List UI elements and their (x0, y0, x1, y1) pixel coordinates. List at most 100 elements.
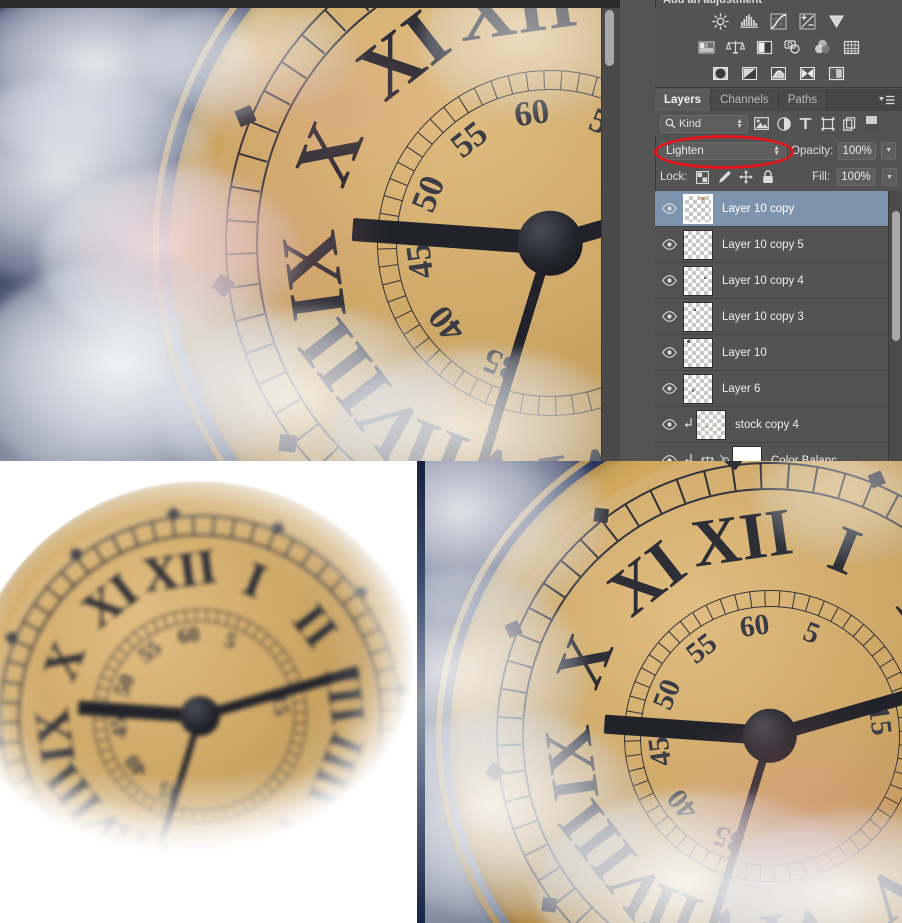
tab-channels[interactable]: Channels (711, 89, 779, 111)
eye-visibility-icon[interactable] (655, 383, 683, 394)
canvas-viewport[interactable]: XIIIIIIIIIIIIVVIVIIVIIIIXXXI605153540455… (0, 8, 605, 461)
lock-image-pixels-icon[interactable] (717, 170, 732, 185)
fill-value-input[interactable]: 100% (837, 168, 875, 186)
invert-icon[interactable] (711, 64, 731, 82)
layers-scrollbar[interactable] (888, 191, 902, 461)
layer-thumbnail[interactable] (683, 265, 713, 296)
brightness-contrast-icon[interactable] (711, 12, 731, 30)
lock-transparency-icon[interactable] (695, 170, 710, 185)
adjustment-layers-icon[interactable] (775, 115, 792, 132)
blend-mode-bar[interactable]: Lighten ▲ ▼ Opacity: 100% ▼ (655, 138, 902, 163)
eye-visibility-icon[interactable] (655, 311, 683, 322)
layer-row[interactable]: stock copy 4 (655, 407, 902, 443)
tab-layers[interactable]: Layers (655, 89, 712, 111)
color-balance-layer-icon (700, 455, 714, 461)
pixel-layers-icon[interactable] (753, 115, 770, 132)
layer-row[interactable]: Layer 10 copy 4 (655, 263, 902, 299)
layer-row[interactable]: Layer 10 copy (655, 191, 902, 227)
adjustments-row-2[interactable] (655, 34, 902, 60)
thumbnail-content (701, 197, 706, 201)
kind-stepper-arrows[interactable]: ▲ ▼ (736, 118, 743, 130)
panel-divider-1 (655, 87, 902, 88)
adjustments-icon-grid[interactable] (655, 8, 902, 86)
opacity-value-input[interactable]: 100% (838, 141, 877, 160)
layer-name: Layer 10 (722, 346, 767, 359)
vibrance-icon[interactable] (827, 12, 847, 30)
pink-haze (200, 38, 460, 178)
layer-thumbnail[interactable] (683, 301, 713, 332)
opacity-dropdown-arrow[interactable]: ▼ (881, 141, 897, 160)
eye-visibility-icon[interactable] (655, 239, 683, 250)
layer-name: Color Balanc (771, 454, 837, 462)
black-white-icon[interactable] (754, 38, 774, 56)
layer-row[interactable]: Layer 10 (655, 335, 902, 371)
layer-row[interactable]: Color Balanc (655, 443, 902, 461)
layer-thumbnail[interactable] (696, 409, 726, 440)
mask-link-icon (718, 454, 732, 461)
selective-color-icon[interactable] (827, 64, 847, 82)
eye-visibility-icon[interactable] (655, 275, 683, 286)
fill-value: 100% (841, 171, 871, 183)
opacity-label: Opacity: (791, 144, 834, 157)
preview-white-background: XII I II III IIII V VI VII VIII IX X XI 60 5 15 35 40 45 5… (0, 461, 425, 923)
layer-thumbnail[interactable] (683, 229, 713, 260)
canvas-vertical-scrollbar[interactable] (601, 8, 616, 461)
clock-face-blurred: XII I II III IIII V VI VII VIII IX X XI 60 5 15 35 40 45 5… (0, 470, 425, 923)
curves-icon[interactable] (769, 12, 789, 30)
eye-visibility-icon[interactable] (655, 203, 683, 214)
document-canvas[interactable]: XIIIIIIIIIIIIVVIVIIVIIIIXXXI605153540455… (0, 0, 620, 461)
panel-tab-bar[interactable]: Layers Channels Paths (655, 89, 902, 111)
layer-thumbnail[interactable] (732, 445, 762, 461)
lock-label: Lock: (660, 171, 688, 183)
hue-saturation-icon[interactable] (696, 38, 716, 56)
type-layers-icon[interactable] (797, 115, 814, 132)
filter-toggle-switch[interactable] (865, 115, 878, 132)
layers-panel[interactable]: Add an adjustment Layers Channels Paths … (655, 0, 902, 461)
posterize-icon[interactable] (740, 64, 760, 82)
eye-visibility-icon[interactable] (655, 419, 683, 430)
blend-mode-stepper-arrows[interactable]: ▲ ▼ (773, 145, 780, 157)
search-icon (665, 118, 676, 129)
layers-list[interactable]: Layer 10 copy Layer 10 copy 5 Layer 10 cop… (655, 191, 902, 461)
color-balance-icon[interactable] (725, 38, 745, 56)
layer-thumbnail[interactable] (683, 193, 713, 224)
adjustments-row-1[interactable] (655, 8, 902, 34)
layer-row[interactable]: Layer 10 copy 3 (655, 299, 902, 335)
layer-thumbnail[interactable] (683, 337, 713, 368)
eye-visibility-icon[interactable] (655, 455, 683, 461)
exposure-icon[interactable] (798, 12, 818, 30)
layer-name: stock copy 4 (735, 418, 799, 431)
gradient-map-icon[interactable] (798, 64, 818, 82)
panel-menu-icon[interactable] (879, 89, 902, 111)
workspace-gap (620, 0, 655, 461)
fill-dropdown-arrow[interactable]: ▼ (882, 168, 897, 186)
clock-bezel (0, 470, 425, 923)
pink-haze (60, 158, 380, 328)
channel-mixer-icon[interactable] (812, 38, 832, 56)
levels-icon[interactable] (740, 12, 760, 30)
layer-filter-bar[interactable]: Kind ▲ ▼ (655, 111, 902, 136)
canvas-scroll-thumb[interactable] (605, 10, 614, 66)
tab-channels-label: Channels (720, 94, 769, 106)
layers-scroll-thumb[interactable] (892, 211, 900, 341)
layer-name: Layer 10 copy 5 (722, 238, 804, 251)
lock-position-icon[interactable] (739, 170, 754, 185)
layer-name: Layer 10 copy 4 (722, 274, 804, 287)
layer-filter-kind-select[interactable]: Kind ▲ ▼ (660, 114, 748, 133)
layer-row[interactable]: Layer 6 (655, 371, 902, 407)
layer-name: Layer 6 (722, 382, 761, 395)
shape-layers-icon[interactable] (819, 115, 836, 132)
smart-object-layers-icon[interactable] (841, 115, 858, 132)
color-lookup-icon[interactable] (841, 38, 861, 56)
layer-row[interactable]: Layer 10 copy 5 (655, 227, 902, 263)
adjustments-row-3[interactable] (655, 60, 902, 86)
lock-all-icon[interactable] (761, 170, 776, 185)
layer-thumbnail[interactable] (683, 373, 713, 404)
adjustments-header-label: Add an adjustment (663, 0, 763, 6)
eye-visibility-icon[interactable] (655, 347, 683, 358)
tab-paths[interactable]: Paths (778, 89, 828, 111)
lock-bar[interactable]: Lock: Fill: 100% ▼ (655, 164, 902, 190)
threshold-icon[interactable] (769, 64, 789, 82)
blend-mode-dropdown[interactable]: Lighten ▲ ▼ (660, 141, 786, 160)
photo-filter-icon[interactable] (783, 38, 803, 56)
